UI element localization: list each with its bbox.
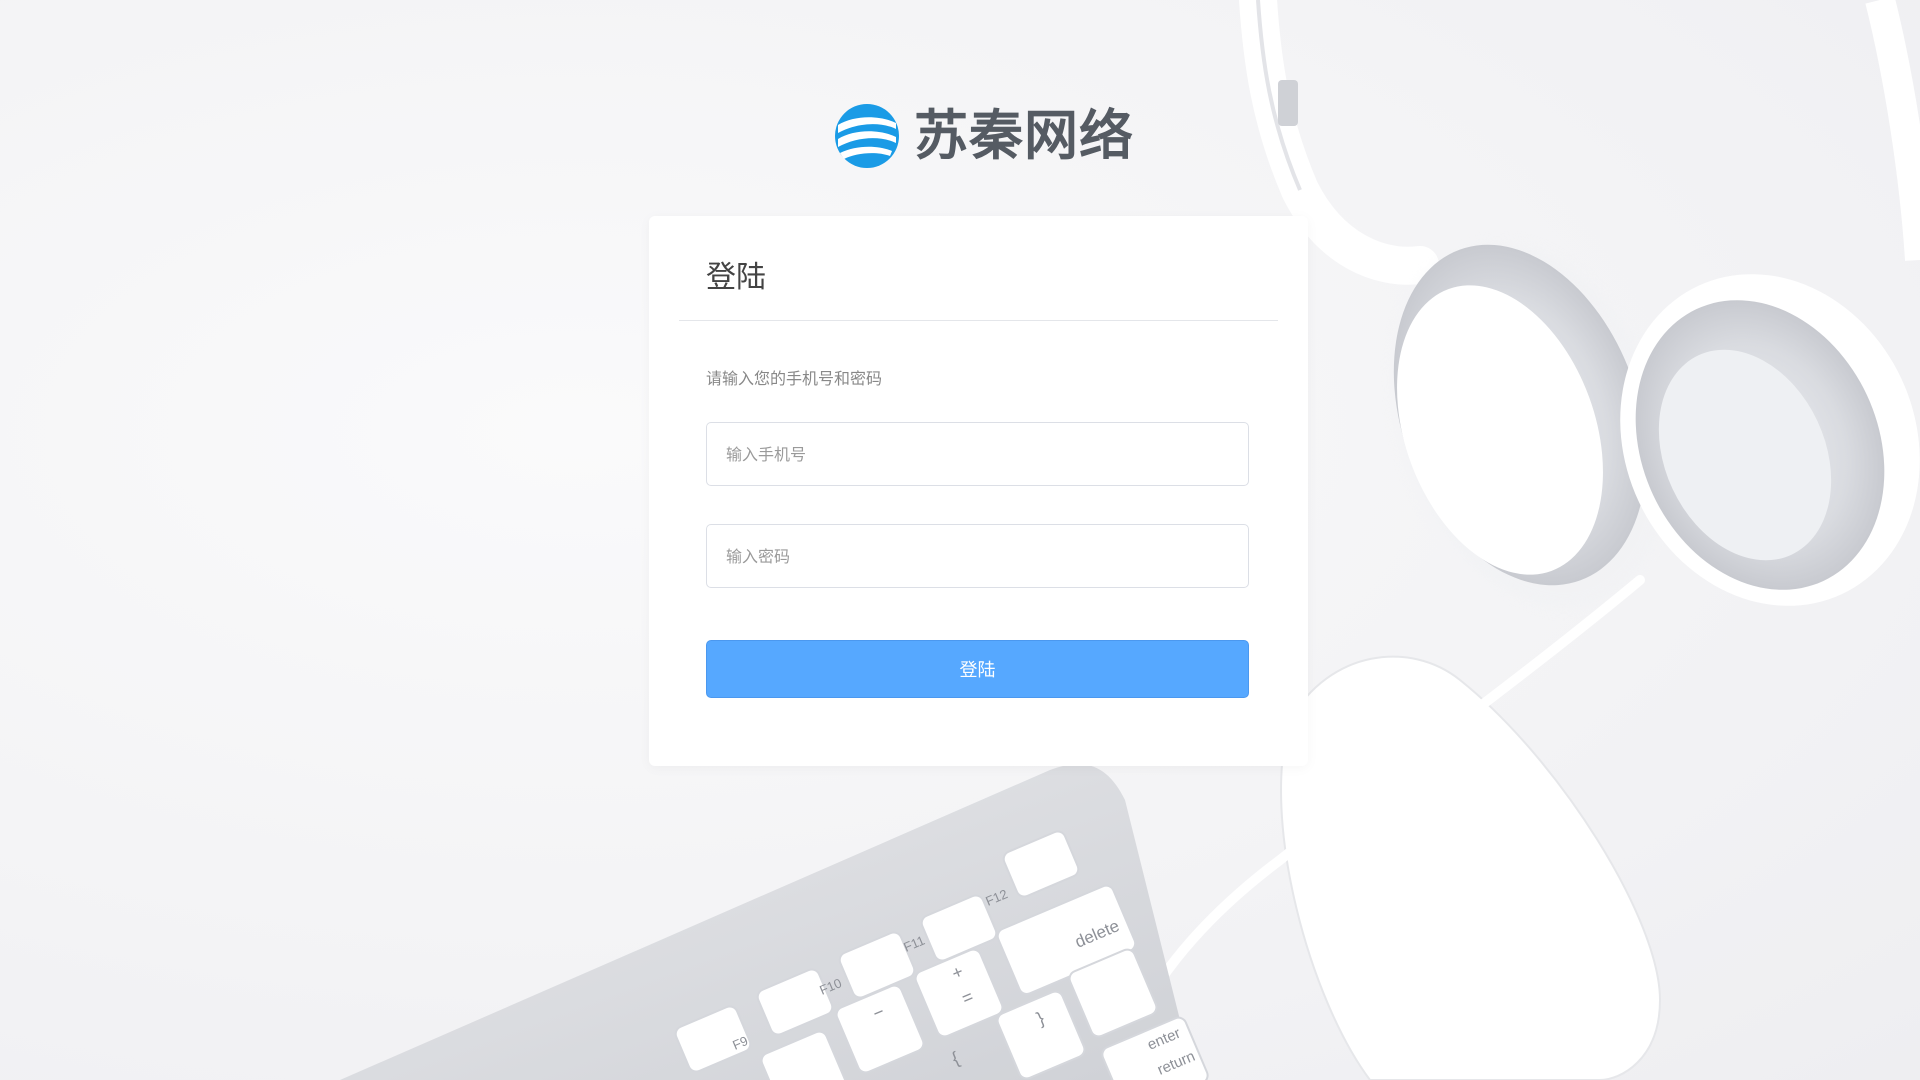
card-divider — [679, 320, 1278, 321]
brand-mark-icon — [835, 104, 899, 168]
phone-input[interactable] — [706, 422, 1249, 486]
headband-hinge — [1278, 80, 1298, 126]
mouse — [1280, 655, 1662, 1080]
login-card: 登陆 请输入您的手机号和密码 登陆 — [649, 216, 1308, 766]
login-hint: 请输入您的手机号和密码 — [706, 369, 883, 388]
login-title: 登陆 — [706, 260, 766, 295]
brand-logo: 苏秦网络 — [832, 100, 1134, 172]
brand-name: 苏秦网络 — [914, 104, 1134, 167]
password-input[interactable] — [706, 524, 1249, 588]
login-button[interactable]: 登陆 — [706, 640, 1249, 698]
